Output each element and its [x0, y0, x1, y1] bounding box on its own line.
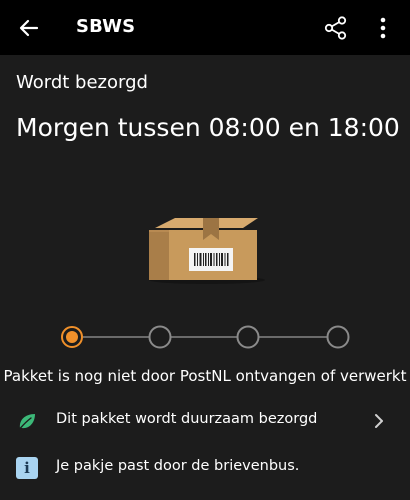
delivery-status: Wordt bezorgd [16, 72, 148, 93]
arrow-left-icon[interactable] [14, 13, 44, 43]
delivery-time-window: Morgen tussen 08:00 en 18:00 [16, 113, 400, 142]
letterbox-info-row: i Je pakje past door de brievenbus. [0, 450, 410, 486]
chevron-right-icon[interactable] [370, 412, 388, 430]
progress-step-description: Pakket is nog niet door PostNL ontvangen… [3, 367, 407, 385]
package-box-icon [149, 218, 265, 284]
step-3 [236, 325, 260, 349]
sustainable-delivery-row[interactable]: Dit pakket wordt duurzaam bezorgd [0, 403, 410, 439]
app-bar: SBWS [0, 0, 410, 55]
leaf-icon [19, 414, 35, 429]
share-icon[interactable] [322, 14, 350, 42]
info-icon: i [16, 457, 38, 479]
progress-stepper [61, 325, 350, 349]
step-2 [148, 325, 172, 349]
letterbox-info-label: Je pakje past door de brievenbus. [56, 458, 300, 474]
page-title: SBWS [76, 16, 136, 37]
more-vertical-icon[interactable] [370, 14, 396, 42]
sustainable-delivery-label: Dit pakket wordt duurzaam bezorgd [56, 411, 318, 427]
step-4 [326, 325, 350, 349]
step-1-active [61, 326, 83, 348]
